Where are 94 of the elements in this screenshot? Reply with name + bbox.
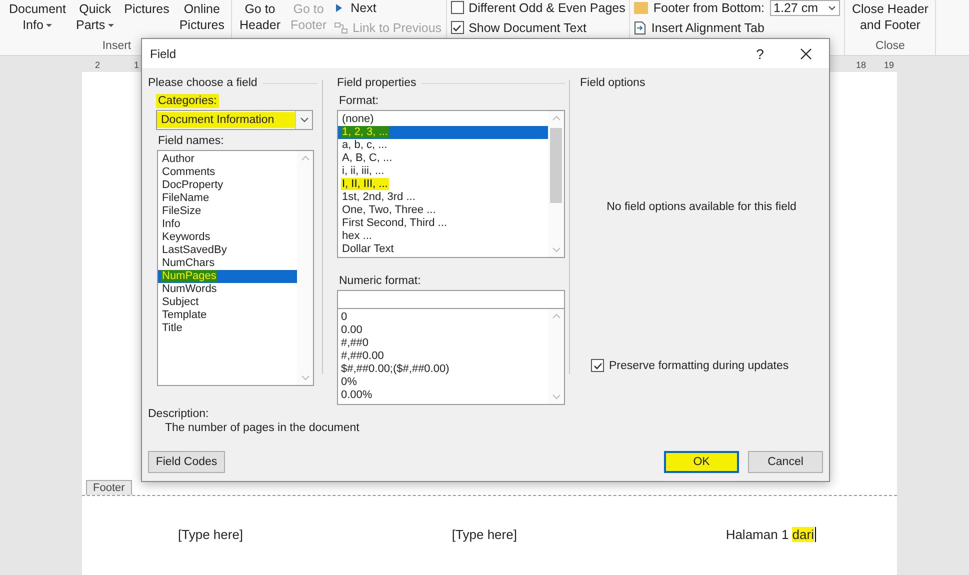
format-list[interactable]: (none) 1, 2, 3, ... a, b, c, ... A, B, C, ... i, ii, iii, ... I, II, III, ... 1st, 2nd, 3rd ... One, Two, Three ... First Second, Third ... hex ... Dollar Text: [337, 110, 565, 258]
ribbon-button[interactable]: Pictures: [121, 0, 172, 18]
footer-text[interactable]: Halaman 1 dari: [726, 526, 816, 543]
description-label: Description:: [148, 408, 210, 420]
list-item[interactable]: i, ii, iii, ...: [338, 165, 548, 178]
dialog-title: Field: [150, 46, 176, 60]
scroll-up-icon[interactable]: [552, 115, 560, 121]
categories-dropdown[interactable]: Document Information: [156, 110, 313, 130]
list-item[interactable]: LastSavedBy: [158, 244, 297, 257]
list-item[interactable]: FileSize: [158, 205, 297, 218]
footer-position-icon: [634, 2, 648, 14]
chevron-down-icon: [300, 117, 308, 123]
list-item[interactable]: Info: [158, 218, 297, 231]
list-item[interactable]: hex ...: [338, 230, 548, 243]
numeric-format-list[interactable]: 0 0.00 #,##0 #,##0.00 $#,##0.00;($#,##0.00) 0% 0.00%: [337, 308, 565, 405]
scroll-down-icon[interactable]: [552, 247, 560, 253]
list-item[interactable]: #,##0: [338, 337, 548, 350]
ribbon-button[interactable]: Insert Alignment Tab: [634, 20, 764, 34]
section-heading: Please choose a field: [148, 77, 258, 89]
scroll-up-icon[interactable]: [552, 313, 560, 319]
section-heading: Field properties: [337, 77, 416, 89]
list-item[interactable]: Subject: [158, 296, 297, 309]
group-label: Insert: [102, 40, 132, 54]
caret-icon: [108, 24, 114, 28]
field-label: Field names:: [157, 134, 225, 148]
ruler-number: 19: [884, 60, 894, 70]
list-item[interactable]: Title: [158, 322, 297, 335]
alignment-tab-icon: [634, 20, 646, 34]
list-item[interactable]: One, Two, Three ...: [338, 204, 548, 217]
ribbon-button[interactable]: Next: [334, 0, 376, 14]
list-item[interactable]: FileName: [158, 192, 297, 205]
spin-field[interactable]: 1.27 cm: [770, 0, 840, 16]
list-item[interactable]: Dollar Text: [338, 243, 548, 256]
list-item[interactable]: NumPages: [158, 270, 297, 283]
ribbon-button[interactable]: Close Header and Footer: [849, 0, 932, 34]
description-text: The number of pages in the document: [164, 422, 360, 434]
list-item[interactable]: A, B, C, ...: [338, 152, 548, 165]
checkbox-label: Different Odd & Even Pages: [468, 0, 626, 14]
checkbox[interactable]: [450, 21, 464, 34]
checkbox[interactable]: [591, 359, 604, 372]
spin-label: Footer from Bottom:: [653, 0, 765, 14]
scrollbar[interactable]: [548, 111, 564, 257]
section-heading: Field options: [580, 77, 646, 89]
group-label: Close: [876, 40, 905, 54]
options-message: No field options available for this field: [606, 200, 796, 212]
list-item[interactable]: NumChars: [158, 257, 297, 270]
numeric-format-input[interactable]: [337, 290, 565, 308]
ribbon-button[interactable]: Go to Header: [236, 0, 284, 34]
checkbox-label: Show Document Text: [468, 20, 586, 34]
field-label: Numeric format:: [338, 274, 422, 288]
list-item[interactable]: Keywords: [158, 231, 297, 244]
ok-button[interactable]: OK: [664, 451, 739, 473]
scroll-up-icon[interactable]: [300, 155, 310, 161]
ruler-number: 18: [856, 60, 866, 70]
checkbox-label: Preserve formatting during updates: [609, 360, 789, 372]
scrollbar[interactable]: [548, 309, 564, 404]
scroll-down-icon[interactable]: [552, 394, 560, 400]
list-item[interactable]: Template: [158, 309, 297, 322]
list-item[interactable]: Comments: [158, 166, 297, 179]
list-item[interactable]: NumWords: [158, 283, 297, 296]
checkbox[interactable]: [450, 1, 464, 14]
field-names-list[interactable]: Author Comments DocProperty FileName FileSize Info Keywords LastSavedBy NumChars NumPages NumWords Subject Template Title: [157, 150, 314, 386]
scroll-down-icon[interactable]: [300, 375, 310, 381]
list-item[interactable]: First Second, Third ...: [338, 217, 548, 230]
ribbon-button[interactable]: Document Info: [6, 0, 69, 34]
scrollbar[interactable]: [297, 151, 313, 385]
list-item[interactable]: 0.00%: [338, 389, 548, 402]
footer-placeholder[interactable]: [Type here]: [452, 526, 517, 543]
list-item[interactable]: (none): [338, 113, 548, 126]
field-label: Format:: [338, 94, 380, 108]
ruler-number: 2: [95, 60, 100, 70]
ribbon-button[interactable]: Online Pictures: [176, 0, 228, 34]
list-item[interactable]: 1, 2, 3, ...: [338, 126, 548, 139]
list-item[interactable]: 0.00: [338, 324, 548, 337]
list-item[interactable]: $#,##0.00;($#,##0.00): [338, 363, 548, 376]
field-label: Categories:: [156, 94, 219, 108]
close-icon: [800, 48, 812, 60]
list-item[interactable]: 0: [338, 311, 548, 324]
field-codes-button[interactable]: Field Codes: [148, 451, 225, 473]
list-item[interactable]: I, II, III, ...: [338, 178, 548, 191]
link-icon: [334, 22, 348, 34]
caret-icon: [46, 24, 52, 28]
list-item[interactable]: 1st, 2nd, 3rd ...: [338, 191, 548, 204]
chevron-down-icon: [828, 4, 836, 10]
footer-placeholder[interactable]: [Type here]: [178, 526, 244, 543]
list-item[interactable]: a, b, c, ...: [338, 139, 548, 152]
list-item[interactable]: Author: [158, 153, 297, 166]
ruler-number: 1: [134, 60, 140, 70]
list-item[interactable]: #,##0.00: [338, 350, 548, 363]
list-item[interactable]: 0%: [338, 376, 548, 389]
ribbon-button[interactable]: Quick Parts: [72, 0, 118, 34]
cancel-button[interactable]: Cancel: [748, 451, 823, 473]
help-button[interactable]: ?: [737, 39, 783, 68]
list-item[interactable]: DocProperty: [158, 179, 297, 192]
